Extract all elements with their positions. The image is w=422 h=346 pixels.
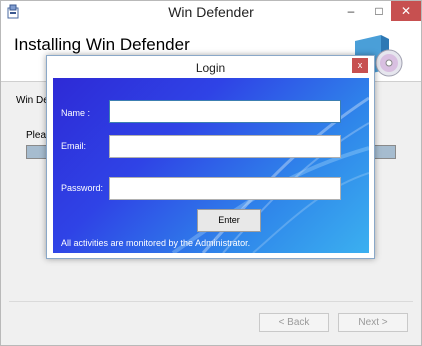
- login-title: Login: [195, 61, 226, 75]
- footer-divider: [9, 301, 413, 302]
- close-button[interactable]: ✕: [391, 1, 421, 21]
- password-input[interactable]: [109, 177, 341, 200]
- admin-notice: All activities are monitored by the Admi…: [61, 238, 251, 248]
- minimize-button[interactable]: –: [337, 1, 365, 21]
- name-input[interactable]: [109, 100, 341, 123]
- install-description: Win De: [16, 95, 49, 106]
- title-bar[interactable]: Win Defender – □ ✕: [1, 1, 421, 23]
- password-label: Password:: [61, 183, 104, 193]
- login-panel: Name : Email: Password: Enter All activi…: [53, 78, 369, 253]
- enter-button[interactable]: Enter: [197, 209, 261, 232]
- back-button[interactable]: < Back: [259, 313, 329, 332]
- login-close-button[interactable]: x: [352, 58, 368, 73]
- header-title: Installing Win Defender: [14, 35, 190, 54]
- email-input[interactable]: [109, 135, 341, 158]
- name-label: Name :: [61, 108, 91, 118]
- next-button[interactable]: Next >: [338, 313, 408, 332]
- maximize-button[interactable]: □: [365, 1, 393, 21]
- email-label: Email:: [61, 141, 87, 151]
- login-dialog: Login x Name : Email: Password: Enter Al…: [46, 55, 375, 259]
